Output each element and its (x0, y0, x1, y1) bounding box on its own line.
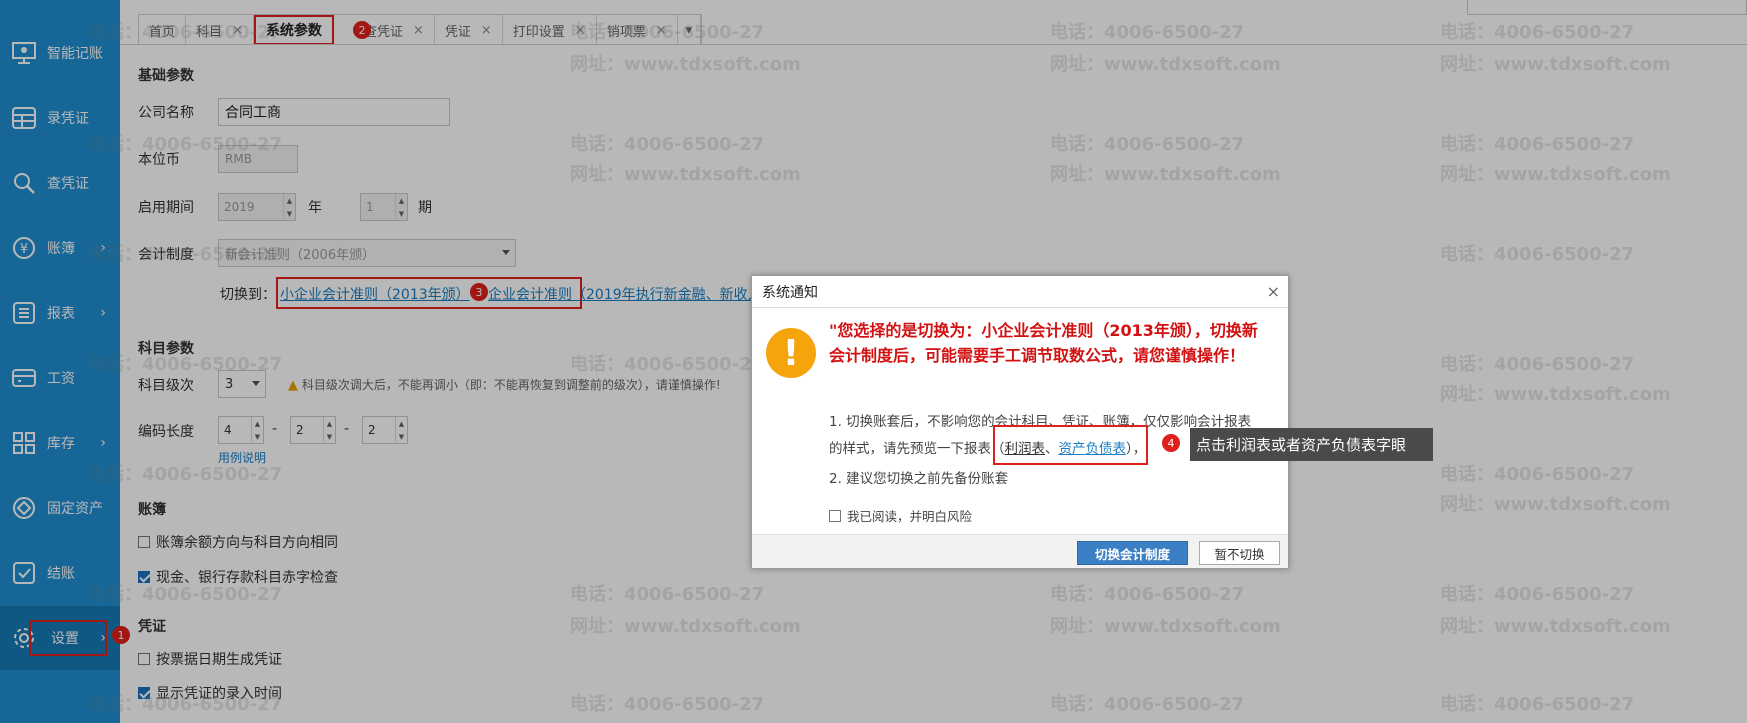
dialog-line-2-pre: 的样式，请先预览一下报表（ (829, 441, 1005, 457)
dialog-headline: "您选择的是切换为：小企业会计准则（2013年颁），切换新会计制度后，可能需要手… (829, 321, 1258, 365)
checkbox-label: 我已阅读，并明白风险 (847, 509, 973, 524)
step-badge: 4 (1162, 434, 1180, 452)
dialog-line-3: 2. 建议您切换之前先备份账套 (829, 471, 1009, 487)
close-icon[interactable]: × (1267, 282, 1280, 301)
checkbox[interactable] (829, 509, 841, 522)
warning-icon: ! (766, 328, 816, 378)
hint-tooltip: 点击利润表或者资产负债表字眼 (1190, 428, 1433, 461)
dialog-title: 系统通知 (762, 284, 818, 301)
agree-risk-checkbox[interactable]: 我已阅读，并明白风险 (829, 506, 972, 525)
highlight-report-links (993, 425, 1148, 465)
cancel-switch-button[interactable]: 暂不切换 (1199, 541, 1280, 565)
dialog-titlebar: 系统通知 × (752, 276, 1288, 308)
switch-system-button[interactable]: 切换会计制度 (1077, 541, 1188, 565)
system-notice-dialog: 系统通知 × ! "您选择的是切换为：小企业会计准则（2013年颁），切换新会计… (751, 275, 1289, 569)
